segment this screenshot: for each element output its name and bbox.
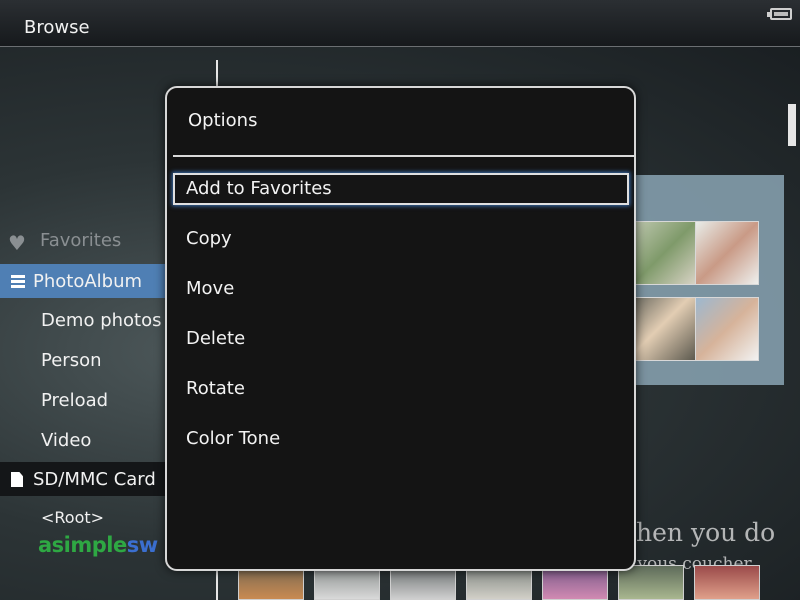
option-label: Copy <box>186 228 232 249</box>
nav-item-photoalbum[interactable]: PhotoAlbum <box>0 264 165 298</box>
nav-item-label: Preload <box>41 390 109 411</box>
thumbnail[interactable] <box>632 221 696 285</box>
scrollbar[interactable] <box>788 104 796 146</box>
logo-text: sw <box>126 533 158 557</box>
option-label: Add to Favorites <box>186 178 332 199</box>
logo-text: asimple <box>38 533 127 557</box>
top-bar: Browse <box>0 0 800 47</box>
option-label: Move <box>186 278 235 299</box>
option-rotate[interactable]: Rotate <box>173 373 629 405</box>
option-label: Rotate <box>186 378 245 399</box>
dialog-divider <box>173 155 634 157</box>
brand-logo: asimplesw <box>38 533 158 557</box>
nav-item-label: Demo photos <box>41 310 162 331</box>
page-title: Browse <box>24 17 90 38</box>
nav-item-label: Person <box>41 350 102 371</box>
thumbnail[interactable] <box>632 297 696 361</box>
nav-item-label: PhotoAlbum <box>33 271 143 292</box>
nav-item-person[interactable]: Person <box>0 343 165 377</box>
thumbnail[interactable] <box>695 221 759 285</box>
nav-item-root[interactable]: <Root> <box>0 503 165 529</box>
card-icon <box>11 472 23 487</box>
nav-item-favorites[interactable]: ♥ Favorites <box>0 223 165 257</box>
strip-thumbnail[interactable] <box>694 565 760 600</box>
dialog-title: Options <box>188 110 258 131</box>
option-add-to-favorites[interactable]: Add to Favorites <box>173 173 629 205</box>
nav-item-label: Favorites <box>40 230 122 251</box>
option-move[interactable]: Move <box>173 273 629 305</box>
nav-item-label: Video <box>41 430 92 451</box>
option-label: Delete <box>186 328 246 349</box>
options-dialog: Options Add to Favorites Copy Move Delet… <box>165 86 636 571</box>
thumbnail[interactable] <box>695 297 759 361</box>
nav-item-demo-photos[interactable]: Demo photos <box>0 303 165 337</box>
background-caption: hen you do <box>636 518 776 547</box>
nav-item-sd-card[interactable]: SD/MMC Card <box>0 462 165 496</box>
list-icon <box>11 275 25 288</box>
option-copy[interactable]: Copy <box>173 223 629 255</box>
nav-item-label: SD/MMC Card <box>33 469 156 490</box>
battery-icon <box>767 8 792 20</box>
nav-item-preload[interactable]: Preload <box>0 383 165 417</box>
option-label: Color Tone <box>186 428 281 449</box>
nav-item-video[interactable]: Video <box>0 423 165 457</box>
option-color-tone[interactable]: Color Tone <box>173 423 629 455</box>
heart-icon: ♥ <box>8 231 26 255</box>
option-delete[interactable]: Delete <box>173 323 629 355</box>
nav-item-label: <Root> <box>41 508 105 527</box>
